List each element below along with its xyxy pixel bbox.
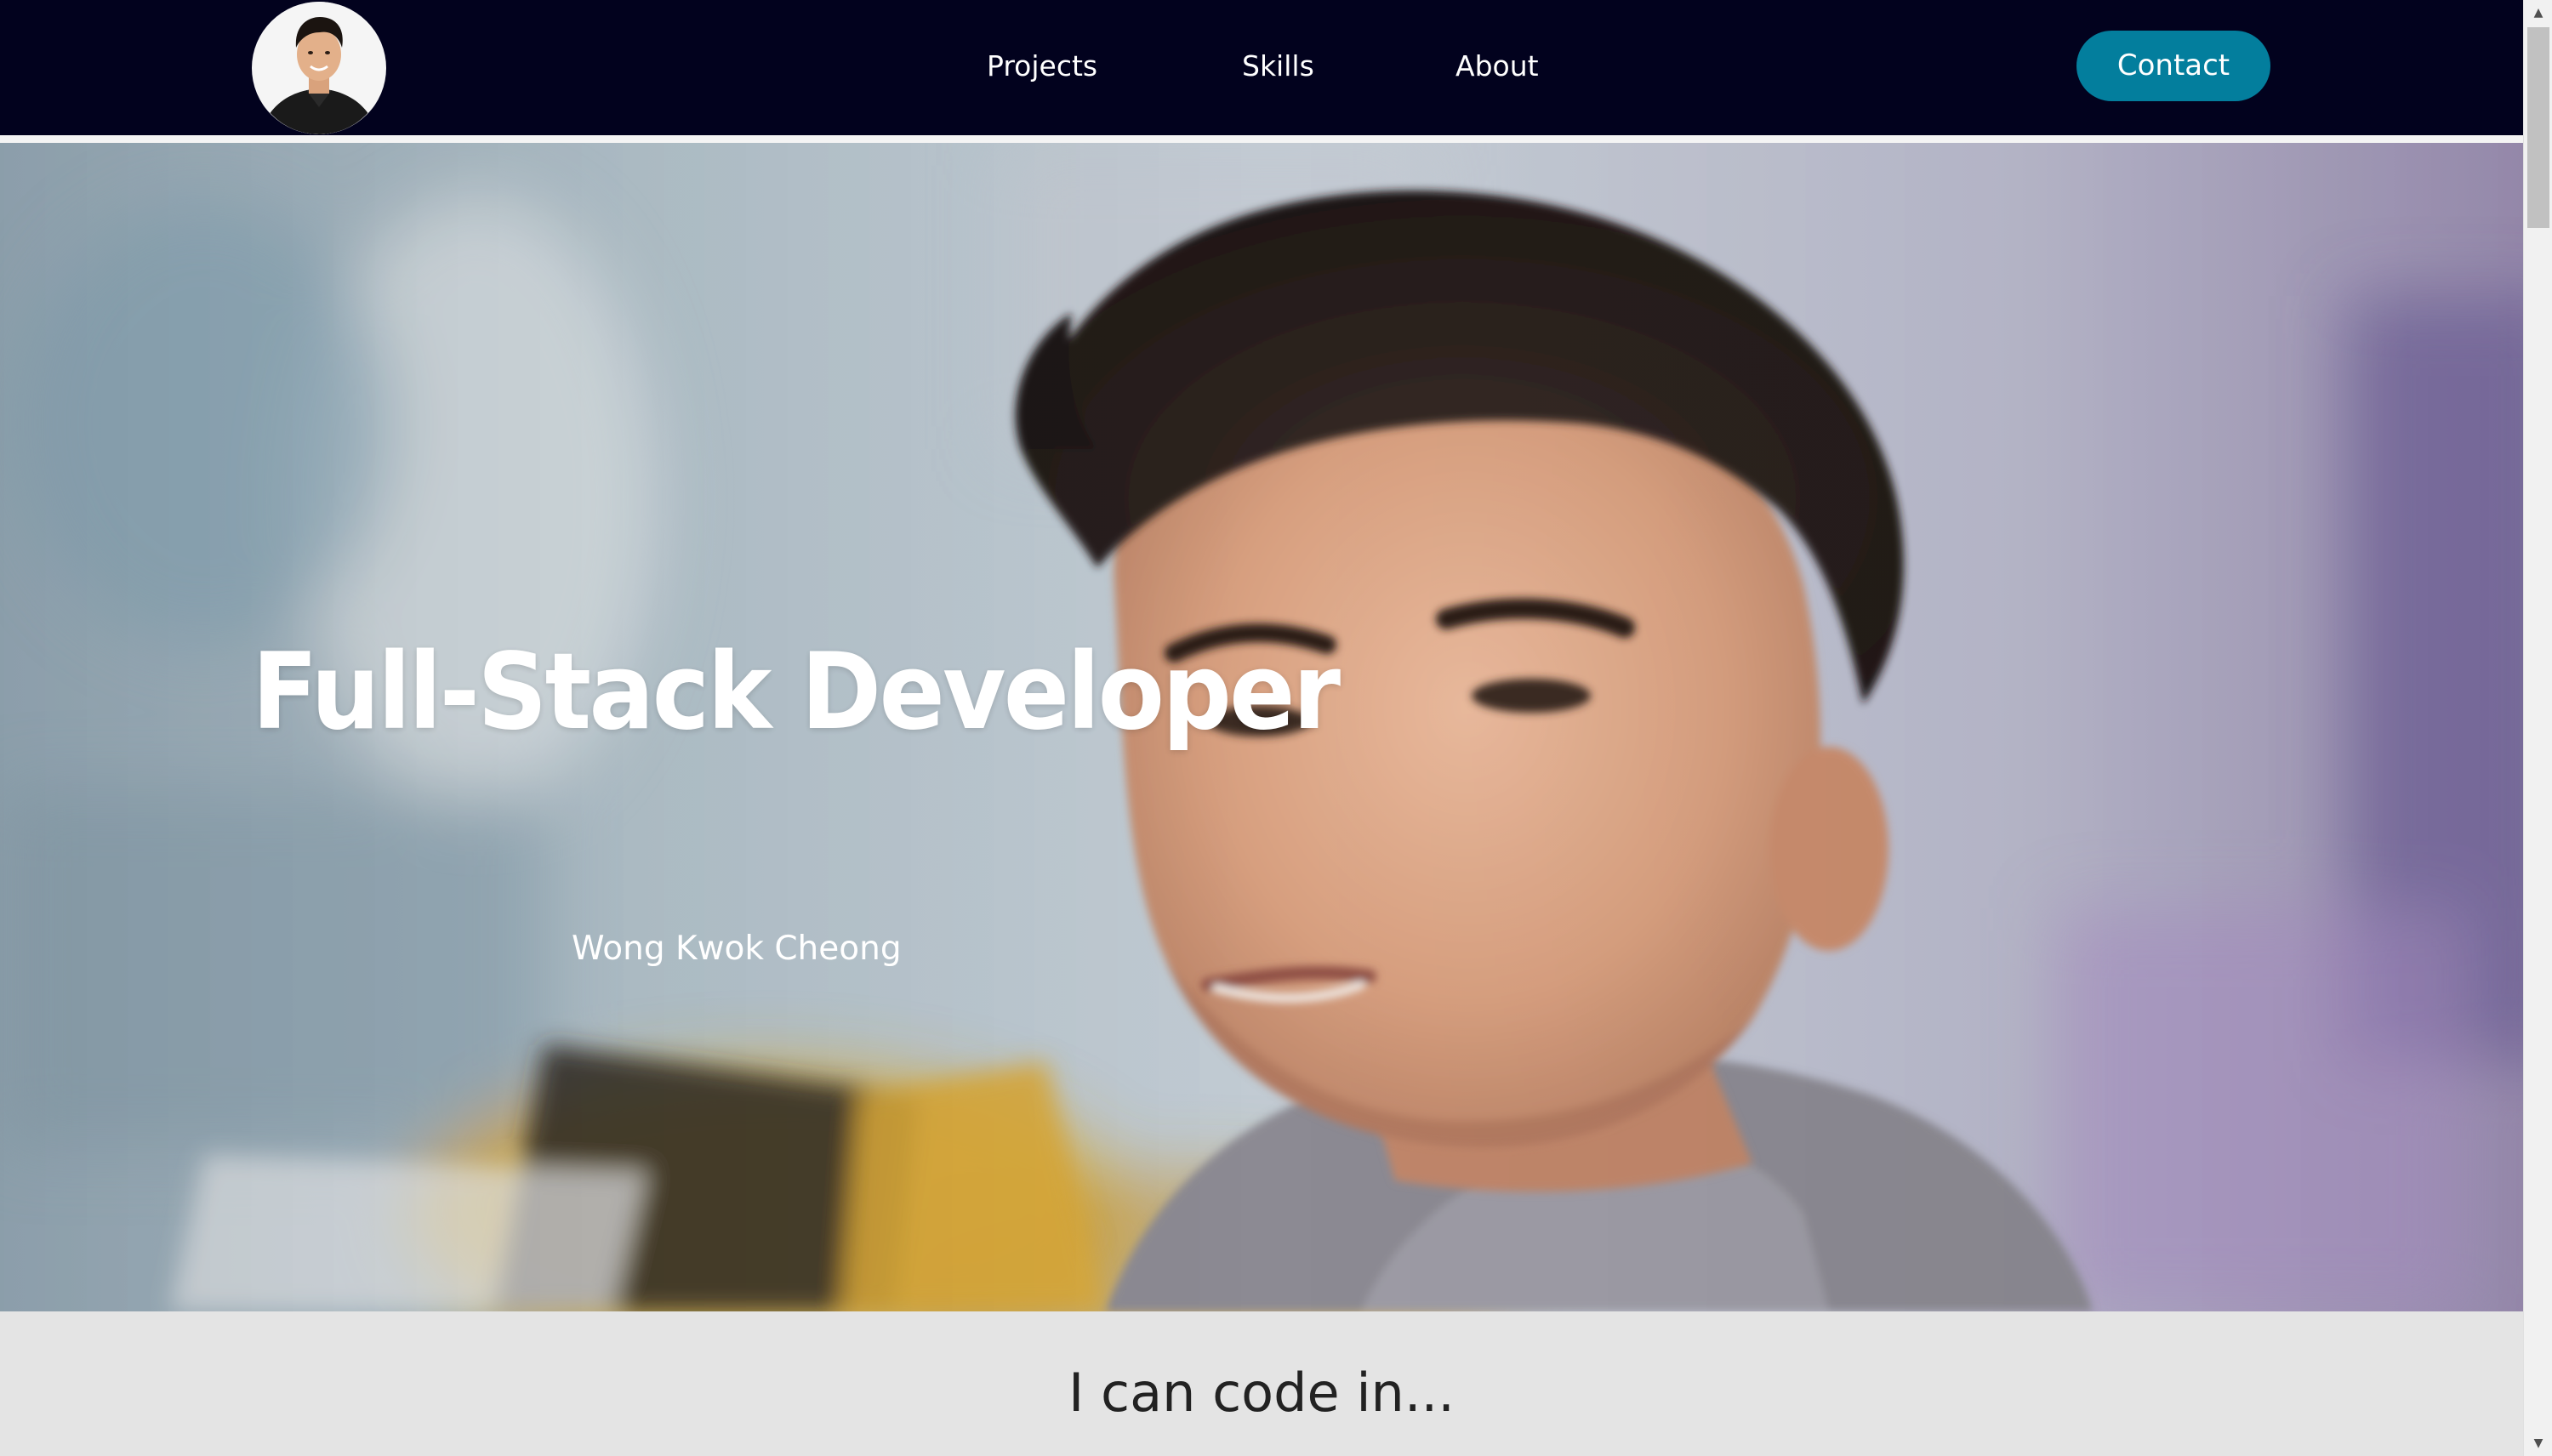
hero-subtitle: Wong Kwok Cheong	[572, 930, 902, 968]
skills-section: I can code in...	[0, 1311, 2523, 1456]
profile-avatar[interactable]	[252, 2, 386, 134]
nav-link-about[interactable]: About	[1455, 43, 1539, 90]
navbar-divider	[0, 135, 2523, 143]
nav-link-projects[interactable]: Projects	[987, 43, 1097, 90]
scroll-up-arrow-icon[interactable]: ▲	[2524, 0, 2552, 26]
navbar: Projects Skills About Contact	[0, 0, 2523, 135]
vertical-scrollbar[interactable]: ▲ ▼	[2523, 0, 2552, 1456]
scrollbar-thumb[interactable]	[2527, 27, 2549, 228]
hero-section: Full-Stack Developer Wong Kwok Cheong	[0, 143, 2523, 1311]
contact-button[interactable]: Contact	[2076, 31, 2270, 101]
hero-title: Full-Stack Developer	[252, 631, 1341, 754]
skills-heading: I can code in...	[1068, 1362, 1455, 1424]
nav-link-skills[interactable]: Skills	[1242, 43, 1314, 90]
page: Projects Skills About Contact Full-Stack…	[0, 0, 2552, 1456]
profile-photo	[253, 2, 385, 134]
scroll-down-arrow-icon[interactable]: ▼	[2524, 1430, 2552, 1456]
